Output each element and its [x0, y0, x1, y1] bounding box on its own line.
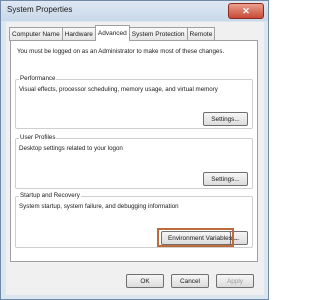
tab-computer-name[interactable]: Computer Name	[9, 27, 63, 41]
user-profiles-settings-button[interactable]: Settings...	[203, 172, 248, 186]
performance-group-title: Performance	[19, 75, 57, 82]
performance-group: Performance Visual effects, processor sc…	[15, 75, 253, 129]
tab-hardware[interactable]: Hardware	[61, 27, 96, 41]
user-profiles-group-title: User Profiles	[19, 134, 57, 141]
performance-description: Visual effects, processor scheduling, me…	[19, 86, 218, 93]
user-profiles-group: User Profiles Desktop settings related t…	[15, 134, 253, 189]
title-bar[interactable]: System Properties ✕	[1, 1, 268, 21]
tab-advanced[interactable]: Advanced	[94, 25, 130, 41]
tab-strip: Computer Name Hardware Advanced System P…	[9, 25, 216, 41]
window-title: System Properties	[7, 5, 73, 14]
system-properties-window: System Properties ✕ Computer Name Hardwa…	[0, 0, 269, 300]
startup-recovery-group-title: Startup and Recovery	[19, 192, 81, 199]
environment-variables-highlight	[157, 228, 234, 247]
dialog-client-area: Computer Name Hardware Advanced System P…	[6, 22, 264, 295]
tab-remote[interactable]: Remote	[186, 27, 216, 41]
user-profiles-description: Desktop settings related to your logon	[19, 145, 123, 152]
ok-button[interactable]: OK	[126, 274, 164, 288]
close-button[interactable]: ✕	[228, 3, 264, 19]
apply-button[interactable]: Apply	[216, 274, 254, 288]
admin-notice: You must be logged on as an Administrato…	[17, 48, 225, 55]
performance-settings-button[interactable]: Settings...	[203, 112, 248, 126]
cancel-button[interactable]: Cancel	[171, 274, 209, 288]
startup-recovery-description: System startup, system failure, and debu…	[19, 203, 179, 210]
tab-system-protection[interactable]: System Protection	[128, 27, 188, 41]
